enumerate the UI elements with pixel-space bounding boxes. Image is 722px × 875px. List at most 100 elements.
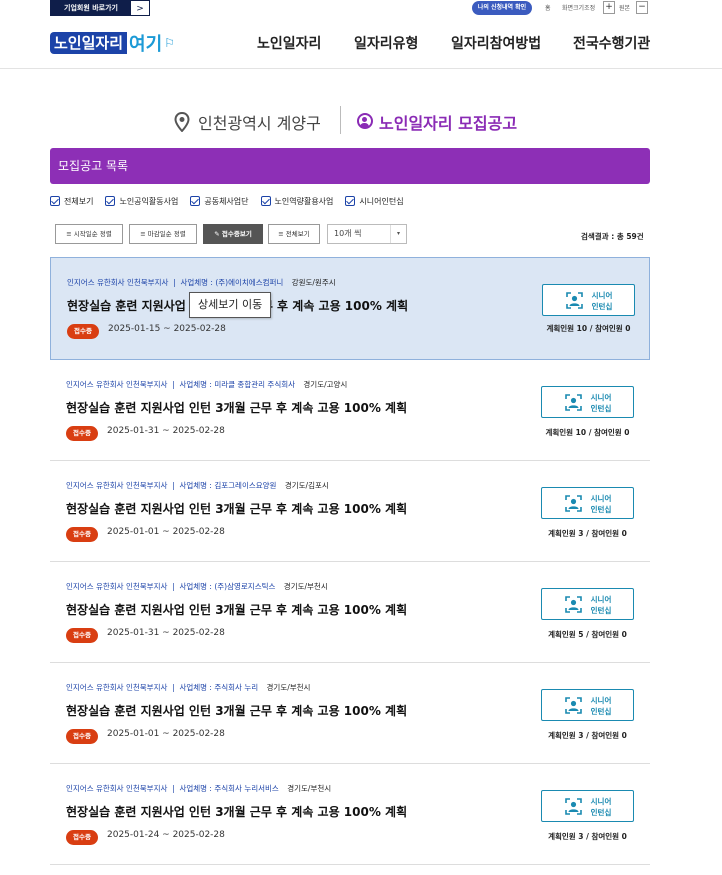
original-size-button[interactable]: 원본 bbox=[619, 3, 630, 12]
logo-sub-text: 여기 bbox=[129, 34, 163, 55]
zoom-in-button[interactable]: + bbox=[603, 1, 615, 14]
section-title: 모집공고 목록 bbox=[58, 159, 129, 173]
checkbox-icon[interactable] bbox=[260, 196, 271, 206]
heading-divider bbox=[340, 106, 341, 134]
detail-tooltip: 상세보기 이동 bbox=[189, 292, 272, 318]
headcount: 계획인원 5 / 참여인원 0 bbox=[548, 630, 627, 639]
top-utility-bar: 기업회원 바로가기 > 나의 신청내역 확인 홈 화면크기조정 + 원본 − bbox=[0, 0, 722, 17]
senior-intern-icon bbox=[565, 495, 582, 512]
sort-by-deadline-button[interactable]: ≡ 마감일순 정렬 bbox=[129, 224, 197, 244]
zoom-out-button[interactable]: − bbox=[636, 1, 648, 14]
senior-intern-icon bbox=[565, 596, 582, 613]
headcount: 계획인원 3 / 참여인원 0 bbox=[548, 731, 627, 740]
job-type-button[interactable]: 시니어 인턴십 bbox=[541, 487, 634, 519]
job-type-button[interactable]: 시니어 인턴십 bbox=[541, 790, 634, 822]
item-region: 경기도/부천시 bbox=[287, 784, 332, 793]
meta-separator: | bbox=[169, 784, 178, 793]
my-application-button[interactable]: 나의 신청내역 확인 bbox=[472, 1, 532, 15]
sort-by-start-button[interactable]: ≡ 시작일순 정렬 bbox=[55, 224, 123, 244]
job-list: 인지어스 유한회사 인천북부지사 | 사업체명 : (주)에이치에스컴퍼니 강원… bbox=[50, 257, 650, 865]
filter-capacity[interactable]: 노인역량활용사업 bbox=[260, 196, 333, 207]
headcount: 계획인원 10 / 참여인원 0 bbox=[545, 428, 630, 437]
job-list-item[interactable]: 인지어스 유한회사 인천북부지사 | 사업체명 : 주식회사 누리서비스 경기도… bbox=[50, 764, 650, 865]
headcount: 계획인원 3 / 참여인원 0 bbox=[548, 832, 627, 841]
job-list-item[interactable]: 인지어스 유한회사 인천북부지사 | 사업체명 : 주식회사 누리 경기도/부천… bbox=[50, 663, 650, 764]
item-period: 2025-01-15 ~ 2025-02-28 bbox=[108, 324, 226, 334]
status-badge: 접수중 bbox=[66, 426, 98, 441]
per-page-value: 10개 씩 bbox=[334, 229, 362, 238]
font-size-label: 화면크기조정 bbox=[562, 5, 596, 12]
person-icon bbox=[357, 113, 373, 129]
job-type-button[interactable]: 시니어 인턴십 bbox=[541, 689, 634, 721]
job-type-label: 시니어 인턴십 bbox=[591, 291, 613, 311]
job-list-item[interactable]: 인지어스 유한회사 인천북부지사 | 사업체명 : (주)에이치에스컴퍼니 강원… bbox=[50, 257, 650, 360]
nav-senior-jobs[interactable]: 노인일자리 bbox=[257, 33, 321, 53]
logo-flag-icon: ⚐ bbox=[164, 36, 175, 50]
nav-agencies[interactable]: 전국수행기관 bbox=[573, 33, 650, 53]
filter-community[interactable]: 공동체사업단 bbox=[190, 196, 249, 207]
job-type-button[interactable]: 시니어 인턴십 bbox=[541, 588, 634, 620]
meta-separator: | bbox=[169, 380, 178, 389]
filter-label: 시니어인턴십 bbox=[359, 196, 404, 206]
item-company: 사업체명 : 김포그레이스요양원 bbox=[179, 481, 277, 490]
item-org-line: 인지어스 유한회사 인천북부지사 | 사업체명 : 주식회사 누리 경기도/부천… bbox=[66, 682, 310, 693]
item-title[interactable]: 현장실습 훈련 지원사업 인턴 3개월 근무 후 계속 고용 100% 계획 bbox=[66, 399, 407, 416]
item-region: 강원도/원주시 bbox=[291, 278, 336, 287]
filter-all[interactable]: 전체보기 bbox=[50, 196, 93, 207]
filter-label: 전체보기 bbox=[64, 196, 94, 206]
job-type-label: 시니어 인턴십 bbox=[590, 797, 612, 817]
senior-intern-icon bbox=[565, 394, 582, 411]
item-period: 2025-01-01 ~ 2025-02-28 bbox=[107, 527, 225, 537]
section-title-bar: 모집공고 목록 bbox=[50, 148, 650, 184]
map-pin-icon bbox=[174, 112, 190, 132]
per-page-select[interactable]: 10개 씩 ▾ bbox=[327, 224, 407, 244]
status-badge: 접수중 bbox=[66, 729, 98, 744]
checkbox-icon[interactable] bbox=[105, 196, 116, 206]
item-org-line: 인지어스 유한회사 인천북부지사 | 사업체명 : 미라클 종합관리 주식회사 … bbox=[66, 379, 347, 390]
status-badge: 접수중 bbox=[66, 628, 98, 643]
senior-intern-icon bbox=[565, 697, 582, 714]
show-open-button[interactable]: ✎ 접수중보기 bbox=[203, 224, 263, 244]
item-region: 경기도/부천시 bbox=[266, 683, 311, 692]
filter-senior-intern[interactable]: 시니어인턴십 bbox=[345, 196, 404, 207]
item-company: 사업체명 : 주식회사 누리서비스 bbox=[179, 784, 279, 793]
job-type-button[interactable]: 시니어 인턴십 bbox=[542, 284, 635, 316]
item-org: 인지어스 유한회사 인천북부지사 bbox=[66, 582, 168, 591]
item-period: 2025-01-24 ~ 2025-02-28 bbox=[107, 830, 225, 840]
item-org: 인지어스 유한회사 인천북부지사 bbox=[66, 380, 168, 389]
job-list-item[interactable]: 인지어스 유한회사 인천북부지사 | 사업체명 : (주)삼영로지스틱스 경기도… bbox=[50, 562, 650, 663]
item-company: 사업체명 : (주)삼영로지스틱스 bbox=[179, 582, 276, 591]
item-org: 인지어스 유한회사 인천북부지사 bbox=[66, 683, 168, 692]
item-region: 경기도/고양시 bbox=[303, 380, 348, 389]
nav-job-types[interactable]: 일자리유형 bbox=[354, 33, 418, 53]
home-link[interactable]: 홈 bbox=[545, 3, 551, 12]
status-badge: 접수중 bbox=[67, 324, 99, 339]
meta-separator: | bbox=[170, 278, 179, 287]
site-logo[interactable]: 노인일자리 여기 ⚐ bbox=[50, 31, 175, 55]
job-type-label: 시니어 인턴십 bbox=[590, 393, 612, 413]
location-heading: 인천광역시 계양구 노인일자리 모집공고 bbox=[0, 106, 722, 136]
filter-public-service[interactable]: 노인공익활동사업 bbox=[105, 196, 178, 207]
item-org-line: 인지어스 유한회사 인천북부지사 | 사업체명 : 김포그레이스요양원 경기도/… bbox=[66, 480, 329, 491]
item-title[interactable]: 현장실습 훈련 지원사업 인턴 3개월 근무 후 계속 고용 100% 계획 bbox=[66, 601, 407, 618]
item-title[interactable]: 현장실습 훈련 지원사업 인턴 3개월 근무 후 계속 고용 100% 계획 bbox=[66, 803, 407, 820]
job-list-item[interactable]: 인지어스 유한회사 인천북부지사 | 사업체명 : 김포그레이스요양원 경기도/… bbox=[50, 461, 650, 562]
item-title[interactable]: 현장실습 훈련 지원사업 인턴 3개월 근무 후 계속 고용 100% 계획 bbox=[66, 702, 407, 719]
nav-how-to-apply[interactable]: 일자리참여방법 bbox=[451, 33, 541, 53]
region-label: 인천광역시 계양구 bbox=[198, 114, 321, 133]
item-region: 경기도/김포시 bbox=[284, 481, 329, 490]
checkbox-icon[interactable] bbox=[50, 196, 60, 206]
show-all-button[interactable]: ≡ 전체보기 bbox=[268, 224, 320, 244]
corporate-link-arrow-icon[interactable]: > bbox=[130, 0, 150, 16]
status-badge: 접수중 bbox=[66, 527, 98, 542]
job-list-item[interactable]: 인지어스 유한회사 인천북부지사 | 사업체명 : 미라클 종합관리 주식회사 … bbox=[50, 360, 650, 461]
checkbox-icon[interactable] bbox=[190, 196, 201, 206]
item-title[interactable]: 현장실습 훈련 지원사업 인턴 3개월 근무 후 계속 고용 100% 계획 bbox=[66, 500, 407, 517]
chevron-down-icon[interactable]: ▾ bbox=[390, 225, 406, 243]
checkbox-icon[interactable] bbox=[345, 196, 356, 206]
logo-main-text: 노인일자리 bbox=[50, 32, 128, 54]
job-type-label: 시니어 인턴십 bbox=[590, 696, 612, 716]
job-type-button[interactable]: 시니어 인턴십 bbox=[541, 386, 634, 418]
page-title: 노인일자리 모집공고 bbox=[379, 114, 518, 133]
job-type-label: 시니어 인턴십 bbox=[590, 494, 612, 514]
